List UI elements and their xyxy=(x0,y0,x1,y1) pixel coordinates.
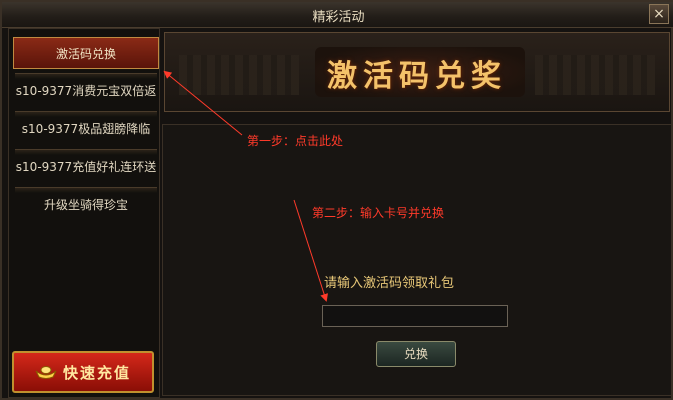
gold-ingot-icon xyxy=(35,366,57,379)
close-button[interactable]: × xyxy=(649,4,669,24)
quick-recharge-button[interactable]: 快速充值 xyxy=(12,351,154,393)
code-prompt: 请输入激活码领取礼包 xyxy=(324,276,455,291)
recharge-label: 快速充值 xyxy=(62,363,131,382)
activation-code-input[interactable] xyxy=(322,305,508,327)
redeem-button[interactable]: 兑换 xyxy=(376,341,456,367)
sidebar-item-wings[interactable]: s10-9377极品翅膀降临 xyxy=(13,113,159,145)
sidebar-item-double-ingot[interactable]: s10-9377消费元宝双倍返 xyxy=(13,75,159,107)
step1-annotation: 第一步：点击此处 xyxy=(247,134,344,148)
sidebar-item-recharge-gifts[interactable]: s10-9377充值好礼连环送 xyxy=(13,151,159,183)
activity-window: 精彩活动 × 激活码兑换 s10-9377消费元宝双倍返 s10-9377极品翅… xyxy=(0,0,673,400)
sidebar-item-mount[interactable]: 升级坐骑得珍宝 xyxy=(13,189,159,221)
sidebar-item-activation-code[interactable]: 激活码兑换 xyxy=(13,37,159,69)
banner-title: 激活码兑奖 xyxy=(327,59,507,94)
window-title: 精彩活动 xyxy=(312,10,365,25)
activity-sidebar: 激活码兑换 s10-9377消费元宝双倍返 s10-9377极品翅膀降临 s10… xyxy=(8,28,160,398)
step2-annotation: 第二步：输入卡号并兑换 xyxy=(312,206,445,220)
title-bar: 精彩活动 × xyxy=(2,2,673,28)
banner: 激活码兑奖 xyxy=(164,32,670,112)
